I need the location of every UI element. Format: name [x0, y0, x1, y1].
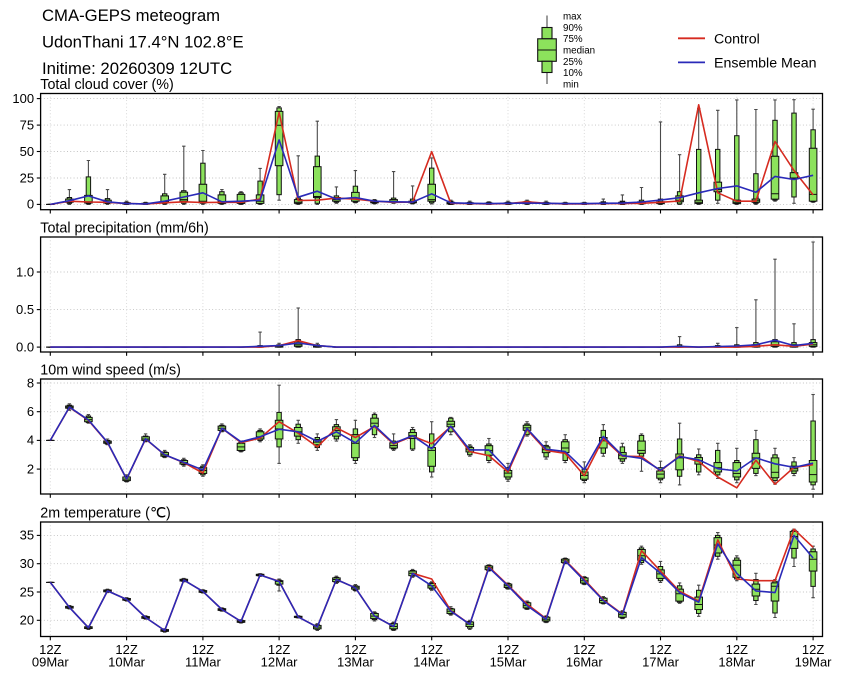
svg-text:10m wind speed (m/s): 10m wind speed (m/s) [40, 363, 181, 379]
svg-text:14Mar: 14Mar [413, 655, 451, 670]
svg-text:50: 50 [20, 144, 34, 159]
svg-text:90%: 90% [563, 23, 583, 34]
svg-text:Control: Control [714, 31, 760, 47]
svg-text:30: 30 [20, 556, 34, 571]
svg-text:Total cloud cover (%): Total cloud cover (%) [40, 77, 174, 93]
svg-text:CMA-GEPS meteogram: CMA-GEPS meteogram [42, 6, 220, 25]
svg-text:12Mar: 12Mar [261, 655, 299, 670]
svg-text:13Mar: 13Mar [337, 655, 375, 670]
svg-text:10%: 10% [563, 68, 583, 79]
svg-text:17Mar: 17Mar [642, 655, 680, 670]
svg-text:1.0: 1.0 [16, 264, 34, 279]
svg-text:25: 25 [20, 584, 34, 599]
svg-text:15Mar: 15Mar [490, 655, 528, 670]
svg-text:median: median [563, 46, 595, 57]
svg-text:16Mar: 16Mar [566, 655, 604, 670]
svg-text:19Mar: 19Mar [795, 655, 833, 670]
svg-text:8: 8 [27, 375, 34, 390]
svg-text:Initime: 20260309 12UTC: Initime: 20260309 12UTC [42, 59, 232, 78]
svg-text:09Mar: 09Mar [32, 655, 70, 670]
svg-text:25: 25 [20, 170, 34, 185]
svg-text:max: max [563, 11, 582, 22]
svg-text:UdonThani 17.4°N 102.8°E: UdonThani 17.4°N 102.8°E [42, 33, 244, 52]
svg-text:2: 2 [27, 461, 34, 476]
svg-text:0.5: 0.5 [16, 302, 34, 317]
svg-text:11Mar: 11Mar [185, 655, 222, 670]
svg-text:35: 35 [20, 528, 34, 543]
svg-text:6: 6 [27, 404, 34, 419]
svg-text:75: 75 [20, 117, 34, 132]
svg-text:25%: 25% [563, 57, 583, 68]
svg-text:Total precipitation (mm/6h): Total precipitation (mm/6h) [40, 221, 208, 237]
svg-text:10Mar: 10Mar [108, 655, 146, 670]
svg-text:100: 100 [12, 91, 34, 106]
svg-text:Ensemble Mean: Ensemble Mean [714, 55, 817, 71]
svg-text:20: 20 [20, 613, 34, 628]
svg-text:4: 4 [27, 433, 34, 448]
svg-text:18Mar: 18Mar [718, 655, 756, 670]
svg-text:0.0: 0.0 [16, 339, 34, 354]
svg-text:2m temperature (℃): 2m temperature (℃) [40, 506, 170, 522]
svg-text:0: 0 [27, 197, 34, 212]
svg-text:75%: 75% [563, 34, 583, 45]
svg-text:min: min [563, 79, 579, 90]
